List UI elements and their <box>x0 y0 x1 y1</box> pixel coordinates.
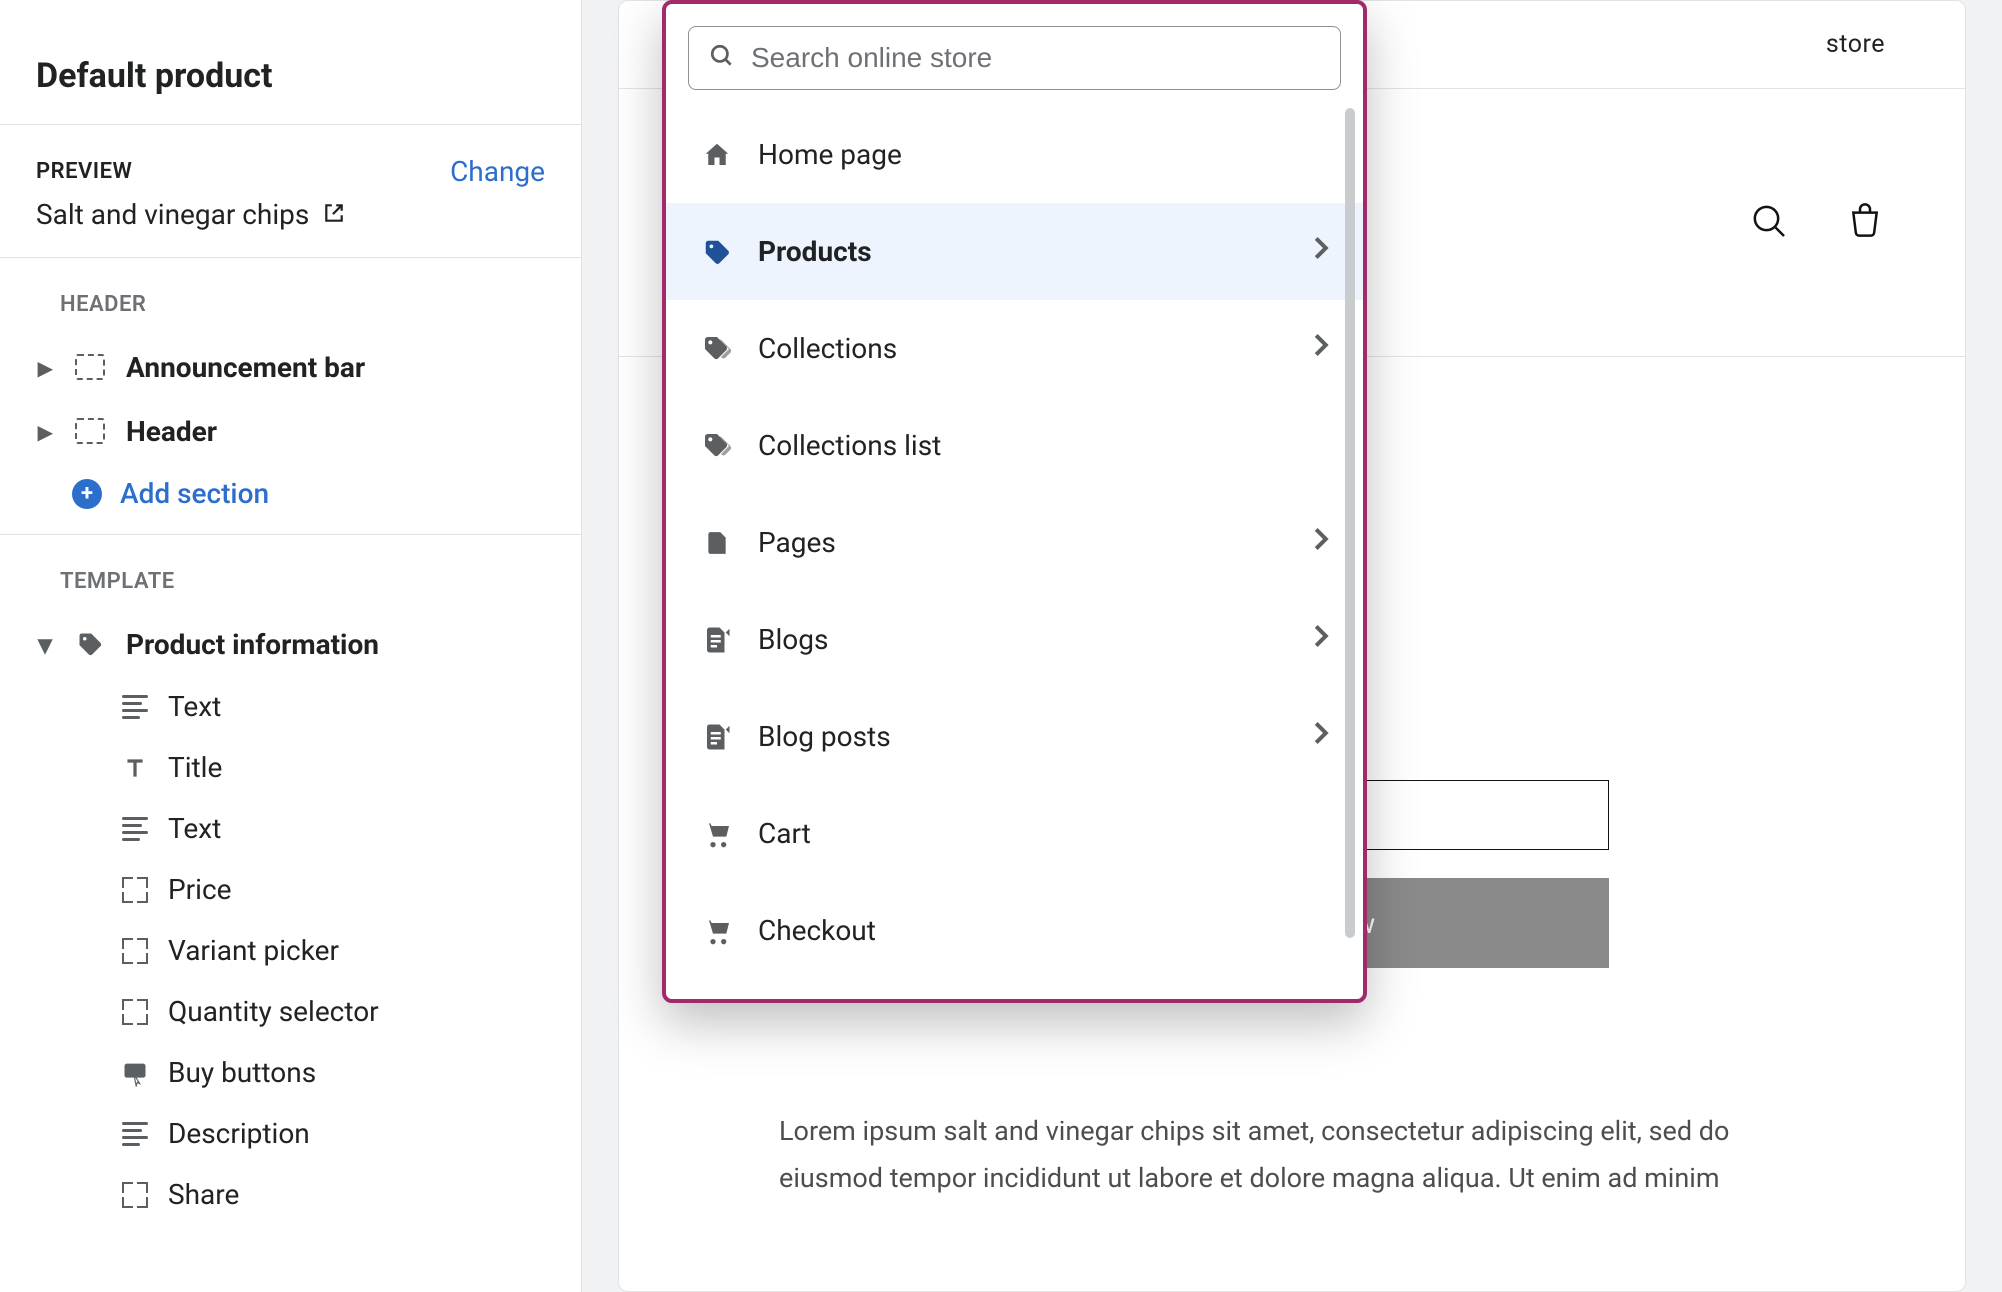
product-description: Lorem ipsum salt and vinegar chips sit a… <box>729 1108 1789 1203</box>
page-option-label: Blog posts <box>758 720 891 753</box>
page-option-label: Checkout <box>758 914 876 947</box>
chevron-right-icon <box>1313 720 1329 753</box>
announcement-text: store <box>1826 30 1885 59</box>
preview-product-name: Salt and vinegar chips <box>36 198 309 231</box>
block-text-2[interactable]: Text <box>0 798 581 859</box>
page-option-label: Collections list <box>758 429 941 462</box>
sidebar-item-product-information[interactable]: ▾ Product information <box>0 612 581 676</box>
sidebar-item-header[interactable]: ▸ Header <box>0 399 581 463</box>
page-option-home-page[interactable]: Home page <box>666 106 1363 203</box>
section-icon <box>72 349 108 385</box>
cart-icon[interactable] <box>1845 201 1885 245</box>
preview-label: PREVIEW <box>36 159 132 184</box>
chevron-right-icon <box>1313 332 1329 365</box>
template-group: TEMPLATE ▾ Product information Text Titl… <box>0 535 581 1235</box>
page-option-pages[interactable]: Pages <box>666 494 1363 591</box>
blog-icon <box>700 720 734 754</box>
add-section-label: Add section <box>120 477 269 510</box>
page-option-label: Home page <box>758 138 902 171</box>
page-option-label: Products <box>758 235 872 268</box>
block-price[interactable]: Price <box>0 859 581 920</box>
search-icon <box>709 43 735 73</box>
page-option-label: Collections <box>758 332 897 365</box>
block-buy-buttons[interactable]: Buy buttons <box>0 1042 581 1103</box>
sidebar-item-announcement-bar[interactable]: ▸ Announcement bar <box>0 335 581 399</box>
header-group: HEADER ▸ Announcement bar ▸ Header + Add… <box>0 258 581 535</box>
caret-right-icon: ▸ <box>36 351 54 384</box>
page-icon <box>700 526 734 560</box>
tags-icon <box>700 332 734 366</box>
sidebar-item-label: Product information <box>126 628 379 661</box>
tag-icon <box>700 235 734 269</box>
chevron-right-icon <box>1313 526 1329 559</box>
editor-sidebar: Default product PREVIEW Change Salt and … <box>0 0 582 1292</box>
add-section-button[interactable]: + Add section <box>0 463 581 524</box>
text-icon <box>120 1119 150 1149</box>
block-share[interactable]: Share <box>0 1164 581 1225</box>
caret-right-icon: ▸ <box>36 415 54 448</box>
app-block-icon <box>120 936 150 966</box>
page-option-label: Blogs <box>758 623 828 656</box>
block-title[interactable]: Title <box>0 737 581 798</box>
cart-icon <box>700 817 734 851</box>
preview-panel: store PS gar chips ld out + <box>582 0 2002 1292</box>
preview-section: PREVIEW Change Salt and vinegar chips <box>0 125 581 258</box>
app-block-icon <box>120 1180 150 1210</box>
chevron-right-icon <box>1313 623 1329 656</box>
cart-icon <box>700 914 734 948</box>
search-input[interactable] <box>751 42 1320 74</box>
page-option-checkout[interactable]: Checkout <box>666 882 1363 979</box>
page-option-label: Cart <box>758 817 811 850</box>
block-variant-picker[interactable]: Variant picker <box>0 920 581 981</box>
app-block-icon <box>120 997 150 1027</box>
block-description[interactable]: Description <box>0 1103 581 1164</box>
plus-circle-icon: + <box>72 479 102 509</box>
page-selector-popover: Home page Products Collections Collections … <box>662 0 1367 1003</box>
page-option-blogs[interactable]: Blogs <box>666 591 1363 688</box>
sidebar-item-label: Announcement bar <box>126 351 365 384</box>
text-icon <box>120 814 150 844</box>
buy-button-icon <box>120 1058 150 1088</box>
search-icon[interactable] <box>1749 201 1789 245</box>
page-option-label: Pages <box>758 526 836 559</box>
search-field[interactable] <box>688 26 1341 90</box>
text-icon <box>120 692 150 722</box>
change-preview-button[interactable]: Change <box>450 155 545 188</box>
page-list: Home page Products Collections Collections … <box>666 106 1363 979</box>
section-icon <box>72 413 108 449</box>
page-option-blog-posts[interactable]: Blog posts <box>666 688 1363 785</box>
header-group-label: HEADER <box>0 292 581 317</box>
home-icon <box>700 138 734 172</box>
sidebar-item-label: Header <box>126 415 217 448</box>
app-block-icon <box>120 875 150 905</box>
chevron-right-icon <box>1313 235 1329 268</box>
block-quantity-selector[interactable]: Quantity selector <box>0 981 581 1042</box>
external-link-icon[interactable] <box>323 198 345 231</box>
page-option-collections-list[interactable]: Collections list <box>666 397 1363 494</box>
blog-icon <box>700 623 734 657</box>
template-group-label: TEMPLATE <box>0 569 581 594</box>
page-option-collections[interactable]: Collections <box>666 300 1363 397</box>
scrollbar[interactable] <box>1345 108 1355 938</box>
tags-icon <box>700 429 734 463</box>
caret-down-icon: ▾ <box>36 628 54 661</box>
title-icon <box>120 753 150 783</box>
page-title: Default product <box>0 0 581 125</box>
block-text[interactable]: Text <box>0 676 581 737</box>
page-option-cart[interactable]: Cart <box>666 785 1363 882</box>
tag-icon <box>72 626 108 662</box>
page-option-products[interactable]: Products <box>666 203 1363 300</box>
